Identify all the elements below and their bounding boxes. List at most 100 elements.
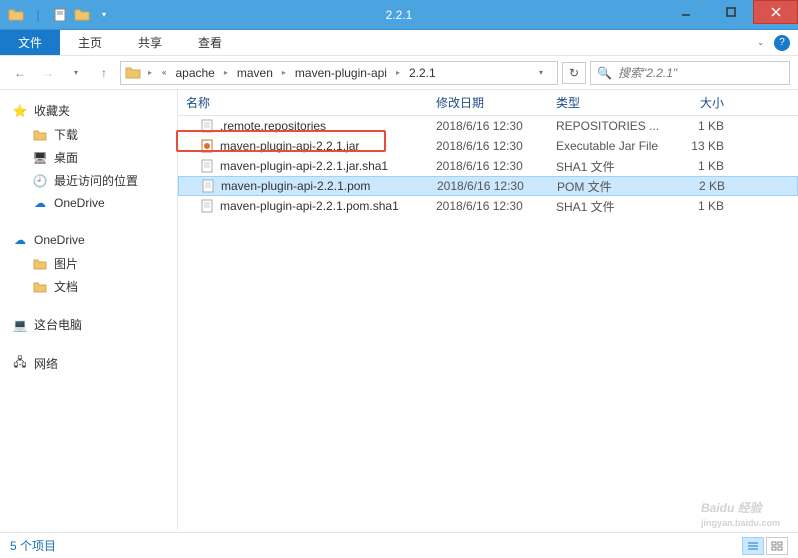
new-folder-icon[interactable] [72, 5, 92, 25]
chevron-right-icon[interactable]: ▸ [145, 68, 155, 77]
computer-icon: 💻 [12, 317, 28, 333]
search-input[interactable]: 🔍 搜索"2.2.1" [590, 61, 790, 85]
file-row[interactable]: maven-plugin-api-2.2.1.pom 2018/6/16 12:3… [178, 176, 798, 196]
chevron-right-icon[interactable]: « [159, 68, 169, 77]
file-icon [200, 139, 214, 153]
file-date: 2018/6/16 12:30 [436, 199, 556, 213]
star-icon: ⭐ [12, 103, 28, 119]
onedrive-label: OneDrive [34, 233, 85, 247]
chevron-right-icon[interactable]: ▸ [393, 68, 403, 77]
file-type: SHA1 文件 [556, 158, 676, 175]
forward-button[interactable]: → [36, 61, 60, 85]
column-headers: 名称 修改日期 类型 大小 [178, 90, 798, 116]
file-icon [200, 159, 214, 173]
maximize-button[interactable] [708, 0, 753, 24]
network-header[interactable]: 🖧 网络 [4, 351, 173, 376]
file-name: maven-plugin-api-2.2.1.jar [220, 139, 359, 153]
file-icon [200, 119, 214, 133]
address-bar: ← → ▾ ↑ ▸ « apache ▸ maven ▸ maven-plugi… [0, 56, 798, 90]
sidebar-item-desktop[interactable]: 🖥 桌面 [4, 146, 173, 169]
address-dropdown-icon[interactable]: ▾ [529, 61, 553, 85]
recent-icon: 🕘 [32, 173, 48, 189]
help-icon[interactable]: ? [774, 35, 790, 51]
file-icon [200, 199, 214, 213]
folder-icon [32, 279, 48, 295]
file-type: POM 文件 [557, 178, 677, 195]
file-date: 2018/6/16 12:30 [437, 179, 557, 193]
file-row[interactable]: maven-plugin-api-2.2.1.jar2018/6/16 12:3… [178, 136, 798, 156]
file-name: .remote.repositories [220, 119, 326, 133]
favorites-header[interactable]: ⭐ 收藏夹 [4, 98, 173, 123]
sidebar-item-pictures[interactable]: 图片 [4, 252, 173, 275]
window-titlebar: | ▾ 2.2.1 [0, 0, 798, 30]
onedrive-header[interactable]: ☁ OneDrive [4, 228, 173, 252]
details-view-button[interactable] [742, 537, 764, 555]
window-buttons [663, 0, 798, 24]
view-tab[interactable]: 查看 [180, 30, 240, 55]
breadcrumb-item[interactable]: apache [173, 66, 216, 80]
thispc-label: 这台电脑 [34, 316, 82, 333]
column-type[interactable]: 类型 [556, 94, 676, 111]
file-tab[interactable]: 文件 [0, 30, 60, 55]
back-button[interactable]: ← [8, 61, 32, 85]
sidebar-item-label: 下载 [54, 126, 78, 143]
recent-locations-button[interactable]: ▾ [64, 61, 88, 85]
file-row[interactable]: maven-plugin-api-2.2.1.pom.sha1 2018/6/16… [178, 196, 798, 216]
file-date: 2018/6/16 12:30 [436, 119, 556, 133]
file-icon [201, 179, 215, 193]
sidebar-item-label: OneDrive [54, 196, 105, 210]
breadcrumb-item[interactable]: 2.2.1 [407, 66, 438, 80]
file-size: 1 KB [676, 159, 736, 173]
properties-icon[interactable] [50, 5, 70, 25]
ribbon-expand-icon[interactable]: ⌄ [757, 38, 764, 47]
sidebar-item-label: 桌面 [54, 149, 78, 166]
sidebar-item-recent[interactable]: 🕘 最近访问的位置 [4, 169, 173, 192]
window-title: 2.2.1 [386, 8, 413, 22]
share-tab[interactable]: 共享 [120, 30, 180, 55]
column-date[interactable]: 修改日期 [436, 94, 556, 111]
status-bar: 5 个项目 [0, 532, 798, 558]
breadcrumb-item[interactable]: maven-plugin-api [293, 66, 389, 80]
breadcrumb-item[interactable]: maven [235, 66, 275, 80]
file-size: 1 KB [676, 199, 736, 213]
chevron-right-icon[interactable]: ▸ [221, 68, 231, 77]
chevron-right-icon[interactable]: ▸ [279, 68, 289, 77]
folder-icon [32, 256, 48, 272]
home-tab[interactable]: 主页 [60, 30, 120, 55]
up-button[interactable]: ↑ [92, 61, 116, 85]
desktop-icon: 🖥 [32, 150, 48, 166]
column-name[interactable]: 名称 [178, 94, 436, 111]
navigation-pane: ⭐ 收藏夹 下载 🖥 桌面 🕘 最近访问的位置 ☁ OneDrive ☁ [0, 90, 178, 530]
file-type: REPOSITORIES ... [556, 119, 676, 133]
icons-view-button[interactable] [766, 537, 788, 555]
close-button[interactable] [753, 0, 798, 24]
minimize-button[interactable] [663, 0, 708, 24]
sidebar-item-label: 最近访问的位置 [54, 172, 138, 189]
quick-access-toolbar: | ▾ [0, 5, 114, 25]
file-row[interactable]: maven-plugin-api-2.2.1.jar.sha12018/6/16… [178, 156, 798, 176]
address-field[interactable]: ▸ « apache ▸ maven ▸ maven-plugin-api ▸ … [120, 61, 558, 85]
refresh-button[interactable]: ↻ [562, 62, 586, 84]
file-list-pane: 名称 修改日期 类型 大小 .remote.repositories 2018/6… [178, 90, 798, 530]
onedrive-icon: ☁ [32, 195, 48, 211]
network-label: 网络 [34, 355, 58, 372]
divider-icon: | [28, 5, 48, 25]
file-name: maven-plugin-api-2.2.1.pom.sha1 [220, 199, 399, 213]
chevron-down-icon[interactable]: ▾ [94, 5, 114, 25]
file-name: maven-plugin-api-2.2.1.pom [221, 179, 370, 193]
file-size: 13 KB [676, 139, 736, 153]
sidebar-item-onedrive[interactable]: ☁ OneDrive [4, 192, 173, 214]
folder-icon [125, 65, 141, 81]
file-rows: .remote.repositories2018/6/16 12:30REPOS… [178, 116, 798, 530]
search-placeholder: 搜索"2.2.1" [618, 64, 677, 81]
download-icon [32, 127, 48, 143]
thispc-header[interactable]: 💻 这台电脑 [4, 312, 173, 337]
search-icon: 🔍 [597, 66, 612, 80]
column-size[interactable]: 大小 [676, 94, 736, 111]
network-icon: 🖧 [12, 356, 28, 372]
sidebar-item-documents[interactable]: 文档 [4, 275, 173, 298]
file-type: SHA1 文件 [556, 198, 676, 215]
file-row[interactable]: .remote.repositories 2018/6/16 12:30REPOS… [178, 116, 798, 136]
item-count: 5 个项目 [10, 537, 56, 554]
sidebar-item-downloads[interactable]: 下载 [4, 123, 173, 146]
